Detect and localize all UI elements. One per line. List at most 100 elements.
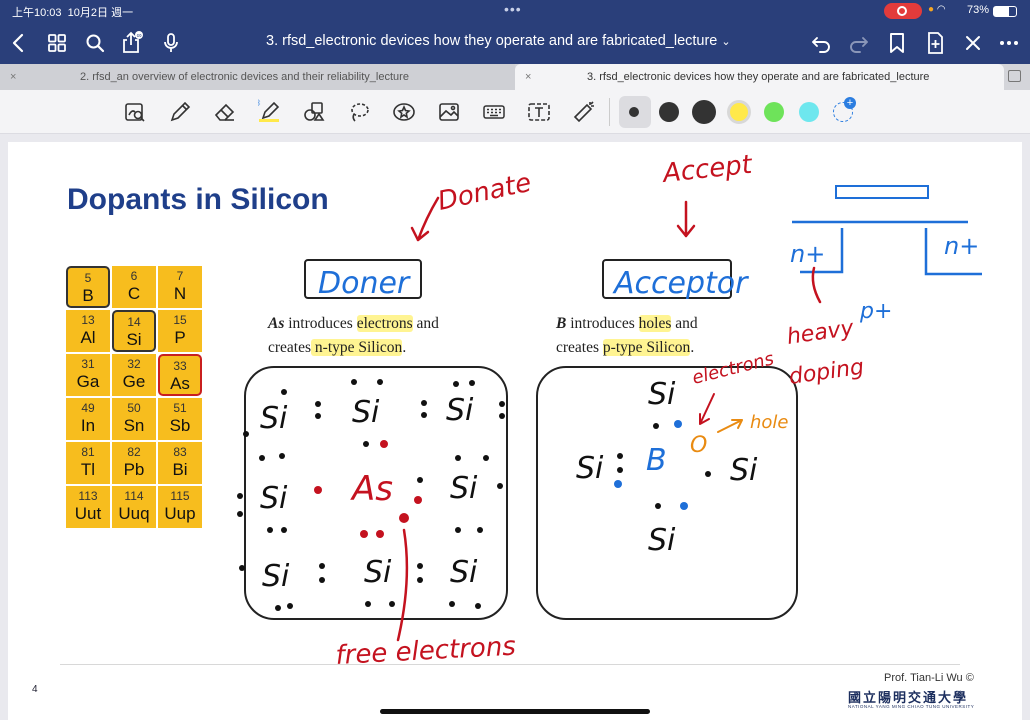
acceptor-line-1: B introduces holes and [556,315,698,332]
laser-pointer-icon[interactable] [571,99,597,125]
battery-percent: 73% [967,4,990,16]
shapes-icon[interactable] [301,99,327,125]
atomic-number: 115 [170,489,190,503]
element-cell-tl: 81 Tl [66,442,110,484]
pen-icon[interactable] [167,99,193,125]
color-swatch-yellow[interactable] [727,100,751,124]
close-tab-icon[interactable]: × [525,64,531,90]
status-bar: 上午10:03 10月2日 週一 ••• ● ◠ 73% [0,0,1030,22]
atomic-number: 114 [124,489,144,503]
slide-title: Dopants in Silicon [67,183,329,216]
atomic-number: 15 [173,313,187,327]
atomic-number: 14 [127,315,141,329]
color-swatch-black[interactable] [659,102,679,122]
more-options-icon[interactable] [996,30,1022,56]
element-symbol: Ge [122,372,146,391]
element-symbol: As [170,374,190,393]
element-cell-c: 6C [112,266,156,308]
element-cell-uuq: 114 Uuq [112,486,156,528]
drawing-toolbar: ᛒ + [0,90,1030,134]
add-page-icon[interactable] [922,30,948,56]
split-view-icon[interactable] [1008,70,1021,82]
footer-divider [60,664,960,665]
atomic-number: 82 [127,445,141,459]
element-symbol: B [82,286,94,305]
sticker-icon[interactable] [391,99,417,125]
element-cell-al: 13 Al [66,310,110,352]
multitask-dots-icon[interactable]: ••• [504,1,522,17]
grid-view-icon[interactable] [44,30,70,56]
element-cell-ge: 32 Ge [112,354,156,396]
element-cell-n: 7N [158,266,202,308]
atomic-number: 81 [81,445,95,459]
add-color-icon[interactable]: + [833,97,856,122]
donor-label-box [304,259,422,299]
element-symbol: C [127,284,141,303]
search-icon[interactable] [82,30,108,56]
element-symbol: Sb [169,416,191,435]
bookmark-icon[interactable] [884,30,910,56]
atomic-number: 32 [127,357,141,371]
element-symbol: N [173,284,187,303]
close-edit-icon[interactable] [960,30,986,56]
element-symbol: Al [80,328,96,347]
author-credit: Prof. Tian-Li Wu © [884,672,974,684]
acceptor-line-2: creates p-type Silicon. [556,339,695,356]
eraser-icon[interactable] [212,99,238,125]
undo-icon[interactable] [808,30,834,56]
element-cell-pb: 82 Pb [112,442,156,484]
element-symbol: Sn [123,416,145,435]
acceptor-label-box [602,259,732,299]
atomic-number: 6 [130,269,138,283]
element-cell-b: 5B [66,266,110,308]
status-indicators: ● ◠ [928,4,946,15]
tab-label: 2. rfsd_an overview of electronic device… [80,71,409,83]
tab-lecture-3[interactable]: × 3. rfsd_electronic devices how they op… [515,64,1004,90]
atomic-number: 33 [173,359,187,373]
microphone-icon[interactable] [158,30,184,56]
status-time: 上午10:03 10月2日 週一 [12,7,134,19]
element-cell-as: 33 As [158,354,202,396]
element-cell-uup: 115 Uup [158,486,202,528]
share-icon[interactable]: ∞ [118,30,144,56]
tab-lecture-2[interactable]: × 2. rfsd_an overview of electronic devi… [0,64,515,90]
color-swatch-cyan[interactable] [799,102,819,122]
lasso-icon[interactable] [346,99,372,125]
highlighter-icon[interactable]: ᛒ [256,99,282,125]
atomic-number: 5 [84,271,92,285]
goodnotes-app: 上午10:03 10月2日 週一 ••• ● ◠ 73% ∞ 3. rfsd_e… [0,0,1030,720]
document-title[interactable]: 3. rfsd_electronic devices how they oper… [266,33,731,49]
battery-icon [993,6,1017,17]
donor-line-2: creates n-type Silicon. [268,339,407,356]
color-swatch-dark[interactable] [692,100,716,124]
text-box-icon[interactable] [526,99,552,125]
element-symbol: Uup [164,504,196,523]
element-symbol: Tl [80,460,96,479]
screen-recording-icon[interactable] [884,3,922,19]
atomic-number: 51 [173,401,187,415]
keyboard-icon[interactable] [481,99,507,125]
navigation-bar: ∞ 3. rfsd_electronic devices how they op… [0,22,1030,64]
document-tabs: × 2. rfsd_an overview of electronic devi… [0,64,1030,90]
zoom-lasso-icon[interactable] [122,99,148,125]
home-indicator[interactable] [380,709,650,714]
element-symbol: Pb [123,460,145,479]
close-tab-icon[interactable]: × [10,64,16,90]
pen-size-small[interactable] [629,107,639,117]
donor-line-1: As introduces electrons and [268,315,439,332]
element-cell-si: 14 Si [112,310,156,352]
tab-label: 3. rfsd_electronic devices how they oper… [587,71,930,83]
element-cell-sb: 51 Sb [158,398,202,440]
back-icon[interactable] [6,30,32,56]
element-cell-sn: 50 Sn [112,398,156,440]
color-swatch-green[interactable] [764,102,784,122]
redo-icon[interactable] [846,30,872,56]
image-icon[interactable] [436,99,462,125]
atomic-number: 31 [81,357,95,371]
atomic-number: 49 [81,401,95,415]
atomic-number: 13 [81,313,95,327]
element-cell-bi: 83 Bi [158,442,202,484]
svg-text:ᛒ: ᛒ [257,99,261,107]
atomic-number: 113 [78,489,98,503]
element-symbol: In [80,416,96,435]
